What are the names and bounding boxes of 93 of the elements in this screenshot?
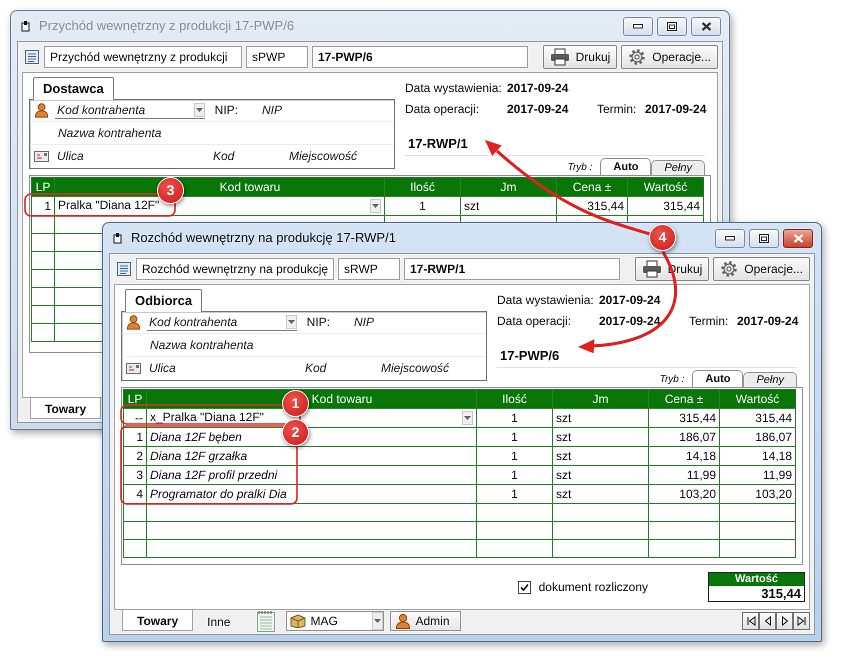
bottom-tab[interactable]: Towary	[30, 398, 102, 419]
street-field[interactable]: Ulica	[147, 359, 297, 378]
mode-tab[interactable]: Pełny	[743, 372, 797, 386]
window-title: Przychód wewnętrzny z produkcji 17-PWP/6	[39, 17, 294, 36]
contractor-code-field[interactable]: Kod kontrahenta	[55, 100, 194, 119]
series-field[interactable]: sPWP	[246, 46, 308, 68]
mode-tab[interactable]: Auto	[692, 370, 744, 386]
window-title: Rozchód wewnętrzny na produkcję 17-RWP/1	[131, 229, 396, 248]
table-cell: Diana 12F grzałka	[146, 446, 476, 466]
table-cell: 315,44	[720, 408, 796, 428]
document-type-field[interactable]: Przychód wewnętrzny z produkcji	[44, 46, 242, 68]
table-cell: 1	[476, 408, 552, 428]
nip-field[interactable]: NIP	[352, 313, 482, 332]
column-header[interactable]: Wartość	[720, 390, 796, 408]
series-field[interactable]: sRWP	[338, 258, 400, 280]
city-field[interactable]: Miejscowość	[379, 359, 479, 378]
column-header[interactable]: Cena ±	[556, 178, 628, 196]
table-cell: 103,20	[648, 484, 720, 504]
date-value: 2017-09-24	[507, 80, 570, 97]
street-field[interactable]: Ulica	[55, 147, 205, 166]
column-header[interactable]: Jm	[460, 178, 556, 196]
contractor-name-field[interactable]: Nazwa kontrahenta	[56, 124, 256, 142]
table-cell: szt	[460, 196, 556, 216]
mode-label: Tryb :	[660, 372, 684, 386]
nip-field[interactable]: NIP	[260, 101, 390, 120]
date-label: Termin:	[597, 101, 638, 118]
date-value: 2017-09-24	[507, 101, 570, 118]
mode-tab[interactable]: Auto	[600, 158, 652, 174]
table-cell: szt	[552, 408, 648, 428]
column-header[interactable]: Jm	[552, 390, 648, 408]
column-header[interactable]: Cena ±	[648, 390, 720, 408]
date-label: Data wystawienia:	[497, 292, 595, 309]
table-cell: 1	[476, 484, 552, 504]
table-cell: szt	[552, 466, 648, 484]
operations-button[interactable]: Operacje...	[713, 257, 810, 281]
table-cell: szt	[552, 446, 648, 466]
date-label: Data operacji:	[405, 101, 480, 118]
table-cell: 11,99	[720, 466, 796, 484]
warehouse-field[interactable]: MAG	[286, 611, 384, 631]
table-cell: --	[124, 408, 146, 428]
table-cell: 103,20	[720, 484, 796, 504]
product-field[interactable]: x_Pralka "Diana 12F"	[146, 408, 476, 428]
document-type-field[interactable]: Rozchód wewnętrzny na produkcję	[136, 258, 334, 280]
print-button[interactable]: Drukuj	[542, 45, 618, 69]
total-box: Wartość 315,44	[708, 572, 805, 602]
date-value: 2017-09-24	[599, 313, 662, 330]
contractor-name-field[interactable]: Nazwa kontrahenta	[148, 336, 348, 354]
column-header[interactable]: Wartość	[628, 178, 704, 196]
bottom-tab[interactable]: Towary	[122, 610, 194, 631]
table-cell: 14,18	[648, 446, 720, 466]
date-value: 2017-09-24	[599, 292, 662, 309]
table-cell: 315,44	[556, 196, 628, 216]
mode-label: Tryb :	[568, 160, 592, 174]
table-cell: 1	[384, 196, 460, 216]
table-cell: 1	[476, 466, 552, 484]
table-cell: 1	[476, 446, 552, 466]
table-cell: 186,07	[648, 428, 720, 446]
date-label: Data operacji:	[497, 313, 572, 330]
mode-tab[interactable]: Pełny	[651, 160, 705, 174]
table-cell: 1	[124, 428, 146, 446]
date-value: 2017-09-24	[737, 313, 800, 330]
document-number-field[interactable]: 17-PWP/6	[312, 46, 528, 68]
column-header[interactable]: Ilość	[384, 178, 460, 196]
document-number-field[interactable]: 17-RWP/1	[404, 258, 620, 280]
table-cell: 1	[32, 196, 54, 216]
table-cell: 11,99	[648, 466, 720, 484]
party-tab[interactable]: Dostawca	[33, 77, 114, 100]
column-header[interactable]: Ilość	[476, 390, 552, 408]
contractor-code-field[interactable]: Kod kontrahenta	[147, 312, 286, 331]
table-cell: 186,07	[720, 428, 796, 446]
table-cell: Diana 12F profil przedni	[146, 466, 476, 484]
postal-code-field[interactable]: Kod	[303, 359, 373, 378]
date-value: 2017-09-24	[645, 101, 708, 118]
party-tab[interactable]: Odbiorca	[125, 289, 202, 312]
table-cell: 3	[124, 466, 146, 484]
bottom-tab[interactable]: Inne	[193, 610, 244, 631]
user-button[interactable]: Admin	[390, 611, 460, 631]
table-cell: szt	[552, 428, 648, 446]
date-label: Termin:	[689, 313, 730, 330]
table-cell: szt	[552, 484, 648, 504]
table-cell: 2	[124, 446, 146, 466]
nip-label: NIP:	[306, 314, 330, 332]
table-cell: 4	[124, 484, 146, 504]
date-label: Data wystawienia:	[405, 80, 503, 97]
checkbox-label: dokument rozliczony	[538, 579, 648, 596]
table-cell: 1	[476, 428, 552, 446]
table-cell: 14,18	[720, 446, 796, 466]
table-cell: 315,44	[648, 408, 720, 428]
operations-button[interactable]: Operacje...	[621, 45, 718, 69]
table-cell: 315,44	[628, 196, 704, 216]
nip-label: NIP:	[214, 102, 238, 120]
city-field[interactable]: Miejscowość	[287, 147, 387, 166]
postal-code-field[interactable]: Kod	[211, 147, 281, 166]
